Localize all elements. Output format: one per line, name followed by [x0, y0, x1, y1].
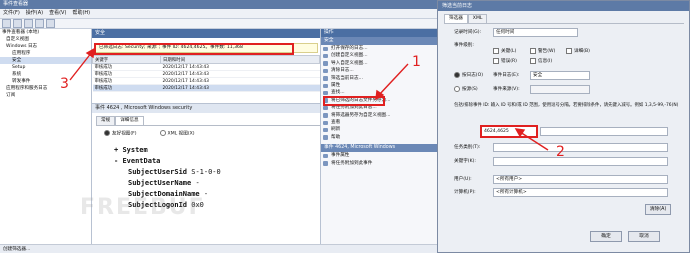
annotation-number-2: 2 [556, 144, 565, 160]
arrow-3 [69, 51, 93, 81]
annotation-arrows [69, 47, 549, 151]
arrowhead-3 [85, 47, 95, 59]
arrow-2 [519, 131, 549, 151]
annotation-number-3: 3 [60, 76, 69, 92]
arrowhead-2 [514, 128, 526, 138]
arrow-1 [377, 63, 409, 97]
annotation-number-1: 1 [412, 54, 421, 70]
